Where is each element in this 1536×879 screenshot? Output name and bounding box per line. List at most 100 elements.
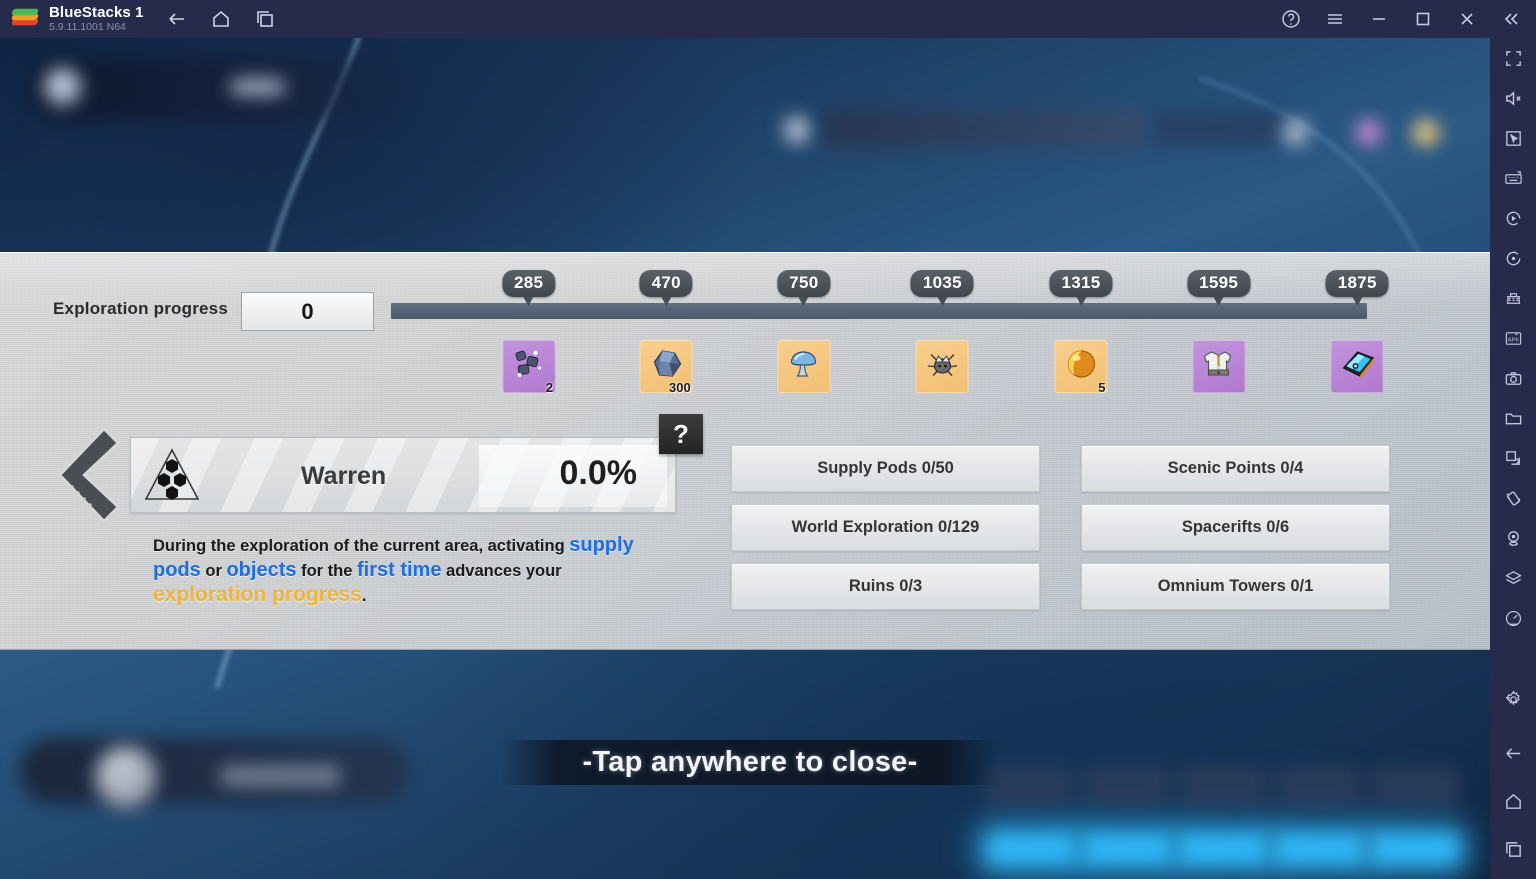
bluestacks-logo-icon — [10, 6, 40, 32]
game-hud-top-right[interactable] — [820, 108, 1150, 148]
game-hud-card-bar-1 — [987, 833, 1075, 865]
chevron-left-icon — [58, 427, 120, 523]
milestone-pointer — [1352, 297, 1363, 306]
game-hud-bottom-left[interactable] — [20, 738, 410, 804]
game-hud-icon-3 — [1413, 120, 1439, 146]
reward-orb-icon[interactable]: 5 — [1054, 340, 1108, 395]
reward-crystal-ore-icon[interactable]: 300 — [639, 340, 693, 395]
region-progress-bar[interactable]: Warren 0.0% — [130, 437, 676, 513]
game-hud-card-bar-4 — [1275, 833, 1363, 865]
recents-icon[interactable] — [254, 8, 276, 30]
multi-instance-icon[interactable] — [1490, 278, 1536, 318]
game-hud-card-3[interactable] — [1179, 766, 1267, 808]
settings-icon[interactable] — [1490, 679, 1536, 719]
desc-part-1: During the exploration of the current ar… — [153, 537, 570, 555]
location-icon[interactable] — [1490, 518, 1536, 558]
game-hud-card-4[interactable] — [1275, 766, 1363, 808]
milestone-pointer — [798, 297, 809, 306]
outfit-icon — [1199, 344, 1239, 389]
game-hud-icon-1 — [1283, 120, 1309, 146]
milestone-value: 1595 — [1187, 270, 1251, 297]
milestone-750: 750 — [777, 270, 831, 306]
milestone-pointer — [1076, 297, 1087, 306]
app-title: BlueStacks 1 — [49, 4, 144, 22]
recents-icon[interactable] — [1490, 829, 1536, 869]
back-icon[interactable] — [1490, 733, 1536, 773]
title-text-group: BlueStacks 1 5.9.11.1001 N64 — [49, 5, 144, 33]
game-hud-bottom-label — [220, 766, 340, 786]
reward-gem-cluster-icon[interactable]: 2 — [502, 340, 556, 395]
milestone-value: 470 — [639, 270, 693, 297]
screenshot-icon[interactable] — [1490, 358, 1536, 398]
maximize-icon[interactable] — [1412, 8, 1434, 30]
milestone-470: 470 — [639, 270, 693, 306]
back-icon[interactable] — [166, 8, 188, 30]
stat-button[interactable]: World Exploration 0/129 — [731, 504, 1040, 551]
game-hud-card-5[interactable] — [1371, 766, 1459, 808]
bluestacks-window: Exploration progress 0 285 470 750 1035 1315… — [0, 0, 1536, 879]
fullscreen-icon[interactable] — [1490, 38, 1536, 78]
reward-count: 2 — [545, 380, 554, 395]
stat-button[interactable]: Scenic Points 0/4 — [1081, 445, 1390, 492]
stat-label: Spacerifts 0/6 — [1181, 518, 1290, 536]
milestone-value: 750 — [777, 270, 831, 297]
reward-outfit-icon[interactable] — [1192, 340, 1246, 393]
milestone-1875: 1875 — [1325, 270, 1389, 306]
tap-to-close-label: -Tap anywhere to close- — [582, 746, 918, 778]
milestone-pointer — [1213, 297, 1224, 306]
game-hud-avatar — [44, 68, 82, 106]
tap-to-close-banner[interactable]: -Tap anywhere to close- — [500, 740, 1000, 785]
help-badge[interactable]: ? — [659, 414, 703, 454]
minimize-icon[interactable] — [1368, 8, 1390, 30]
close-icon[interactable] — [1456, 8, 1478, 30]
window-controls — [1280, 8, 1536, 30]
shake-icon[interactable] — [1490, 478, 1536, 518]
reward-count: 300 — [669, 380, 691, 395]
milestone-1595: 1595 — [1187, 270, 1251, 306]
reward-mushroom-icon[interactable] — [777, 340, 831, 393]
desc-highlight-exploration-progress: exploration progress — [153, 583, 362, 606]
stat-button[interactable]: Omnium Towers 0/1 — [1081, 563, 1390, 610]
game-hud-resource-icon — [785, 118, 809, 142]
macro-recorder-icon[interactable] — [1490, 198, 1536, 238]
keyboard-controls-icon[interactable] — [1490, 158, 1536, 198]
milestone-value: 1315 — [1049, 270, 1113, 297]
reward-card-pack-icon[interactable] — [1330, 340, 1384, 393]
game-hud-top-left[interactable] — [30, 58, 405, 120]
stat-button[interactable]: Spacerifts 0/6 — [1081, 504, 1390, 551]
bluestacks-sidebar: APK — [1490, 38, 1536, 879]
performance-icon[interactable] — [1490, 598, 1536, 638]
stat-label: Scenic Points 0/4 — [1167, 459, 1304, 477]
reward-creature-icon[interactable] — [915, 340, 969, 393]
collapse-sidebar-icon[interactable] — [1500, 8, 1522, 30]
milestone-1035: 1035 — [910, 270, 974, 306]
milestone-pointer — [523, 297, 534, 306]
game-hud-card-bar-2 — [1083, 833, 1171, 865]
menu-icon[interactable] — [1324, 8, 1346, 30]
stat-button[interactable]: Ruins 0/3 — [731, 563, 1040, 610]
game-hud-card-bar-3 — [1179, 833, 1267, 865]
rotate-icon[interactable] — [1490, 238, 1536, 278]
install-apk-icon[interactable]: APK — [1490, 318, 1536, 358]
reward-count: 5 — [1098, 380, 1106, 395]
desc-part-5: . — [361, 587, 367, 605]
home-icon[interactable] — [210, 8, 232, 30]
game-hud-card-2[interactable] — [1083, 766, 1171, 808]
milestone-1315: 1315 — [1049, 270, 1113, 306]
milestone-285: 285 — [501, 270, 556, 306]
mute-icon[interactable] — [1490, 78, 1536, 118]
cursor-icon[interactable] — [1490, 118, 1536, 158]
help-icon[interactable] — [1280, 8, 1302, 30]
game-hud-card-1[interactable] — [987, 766, 1075, 808]
home-icon[interactable] — [1490, 781, 1536, 821]
stat-button[interactable]: Supply Pods 0/50 — [731, 445, 1040, 492]
previous-region-arrow[interactable] — [58, 425, 120, 525]
layers-icon[interactable] — [1490, 558, 1536, 598]
copy-icon[interactable] — [1490, 438, 1536, 478]
stat-label: Ruins 0/3 — [848, 577, 923, 595]
media-manager-icon[interactable] — [1490, 398, 1536, 438]
stat-label: Supply Pods 0/50 — [817, 459, 954, 477]
region-percent: 0.0% — [559, 454, 638, 492]
creature-icon — [922, 344, 962, 389]
game-hud-top-right-secondary[interactable] — [1155, 110, 1285, 146]
